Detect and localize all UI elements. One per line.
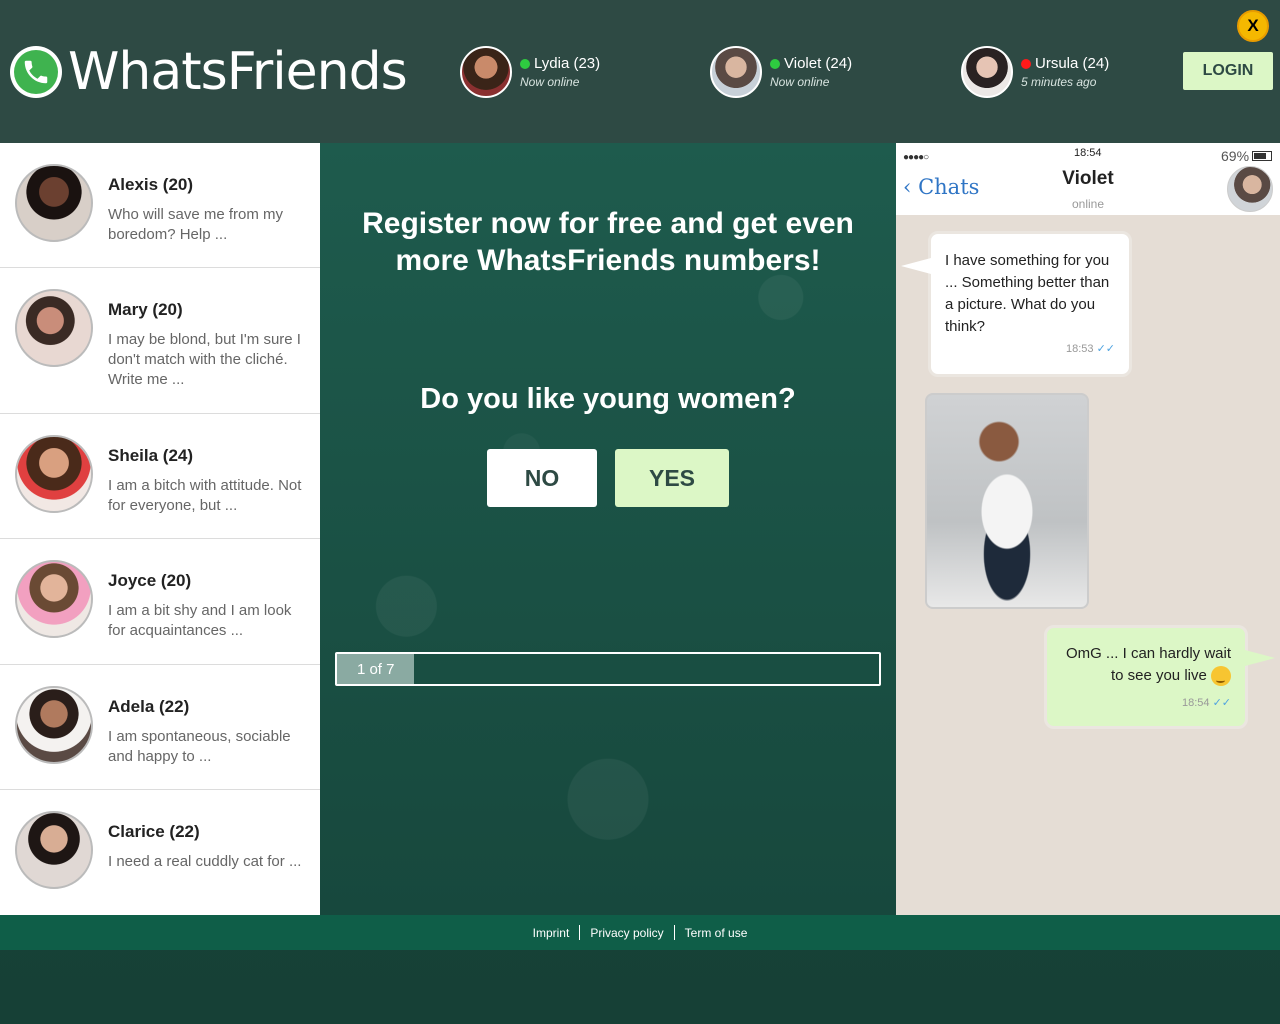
battery-indicator: 69% [1221, 148, 1273, 164]
avatar [15, 686, 93, 764]
no-button[interactable]: NO [487, 449, 597, 507]
close-button[interactable]: X [1237, 10, 1269, 42]
profile-name: Mary (20) [108, 300, 183, 319]
quiz-panel: Register now for free and get even more … [320, 143, 896, 915]
battery-icon [1252, 151, 1273, 161]
logo[interactable]: WhatsFriends [10, 42, 408, 102]
contact-avatar [1227, 166, 1273, 212]
user-name: Violet (24) [784, 55, 853, 72]
message-text: OmG ... I can hardly wait to see you liv… [1065, 645, 1231, 684]
avatar [460, 46, 512, 98]
profile-text: I am spontaneous, sociable and happy to … [108, 728, 291, 765]
chat-header: ●●●●○ 18:54 69% ‹ Chats Violet online [896, 143, 1280, 215]
incoming-message: I have something for you ... Something b… [901, 231, 1132, 377]
double-check-icon: ✓✓ [1212, 697, 1231, 709]
avatar [15, 560, 93, 638]
battery-percent: 69% [1221, 148, 1250, 164]
back-label: Chats [918, 175, 980, 199]
privacy-policy-link[interactable]: Privacy policy [580, 926, 673, 940]
message-text: I have something for you ... Something b… [945, 252, 1110, 335]
progress-fill: 1 of 7 [337, 654, 415, 684]
user-status: 5 minutes ago [1021, 75, 1097, 89]
user-name: Ursula (24) [1035, 55, 1110, 72]
winking-face-icon [1211, 666, 1231, 687]
terms-of-use-link[interactable]: Term of use [675, 926, 758, 940]
list-item[interactable]: Joyce (20) I am a bit shy and I am look … [0, 539, 320, 665]
profile-text: Who will save me from my boredom? Help .… [108, 206, 284, 243]
imprint-link[interactable]: Imprint [523, 926, 580, 940]
online-status-dot [770, 58, 780, 69]
yes-button[interactable]: YES [615, 449, 729, 507]
avatar [961, 46, 1013, 98]
signal-indicator: ●●●●○ [903, 152, 929, 163]
profile-name: Alexis (20) [108, 175, 194, 194]
profile-text: I need a real cuddly cat for ... [108, 853, 302, 870]
profile-text: I am a bitch with attitude. Not for ever… [108, 477, 302, 514]
contact-status: online [1071, 197, 1105, 211]
whatsapp-phone-icon [10, 46, 62, 98]
back-to-chats-link[interactable]: ‹ Chats [903, 175, 979, 199]
outgoing-message: OmG ... I can hardly wait to see you liv… [1044, 625, 1275, 729]
profile-name: Sheila (24) [108, 446, 194, 465]
quiz-question: Do you like young women? [420, 383, 796, 415]
profile-name: Adela (22) [108, 697, 190, 716]
profile-list: Alexis (20) Who will save me from my bor… [0, 143, 320, 915]
avatar [710, 46, 762, 98]
list-item[interactable]: Sheila (24) I am a bitch with attitude. … [0, 414, 320, 539]
online-user-violet[interactable]: Violet (24) Now online [710, 46, 852, 98]
chat-preview: ●●●●○ 18:54 69% ‹ Chats Violet online I … [896, 143, 1280, 915]
footer: Imprint Privacy policy Term of use [0, 915, 1280, 950]
status-clock: 18:54 [1074, 147, 1102, 159]
header: WhatsFriends Lydia (23) Now online Viole… [0, 0, 1280, 143]
login-button[interactable]: LOGIN [1183, 52, 1273, 90]
profile-text: I may be blond, but I'm sure I don't mat… [108, 331, 301, 388]
avatar [15, 435, 93, 513]
avatar [15, 289, 93, 367]
progress-bar: 1 of 7 [335, 652, 881, 686]
avatar [15, 811, 93, 889]
online-user-ursula[interactable]: Ursula (24) 5 minutes ago [961, 46, 1109, 98]
register-headline: Register now for free and get even more … [362, 207, 854, 277]
contact-name: Violet [1062, 168, 1114, 189]
double-check-icon: ✓✓ [1096, 343, 1115, 355]
chat-photo[interactable] [925, 393, 1089, 609]
list-item[interactable]: Clarice (22) I need a real cuddly cat fo… [0, 790, 320, 915]
list-item[interactable]: Mary (20) I may be blond, but I'm sure I… [0, 268, 320, 414]
profile-name: Joyce (20) [108, 571, 192, 590]
user-status: Now online [520, 75, 580, 89]
profile-name: Clarice (22) [108, 822, 200, 841]
list-item[interactable]: Adela (22) I am spontaneous, sociable an… [0, 665, 320, 790]
brand-name: WhatsFriends [68, 42, 408, 102]
avatar [15, 164, 93, 242]
user-name: Lydia (23) [534, 55, 601, 72]
online-user-lydia[interactable]: Lydia (23) Now online [460, 46, 600, 98]
online-status-dot [520, 58, 530, 69]
message-time: 18:54 ✓✓ [1181, 697, 1231, 709]
profile-text: I am a bit shy and I am look for acquain… [108, 602, 292, 639]
message-time: 18:53 ✓✓ [1065, 343, 1115, 355]
user-status: Now online [770, 75, 830, 89]
offline-status-dot [1021, 58, 1031, 69]
list-item[interactable]: Alexis (20) Who will save me from my bor… [0, 143, 320, 268]
